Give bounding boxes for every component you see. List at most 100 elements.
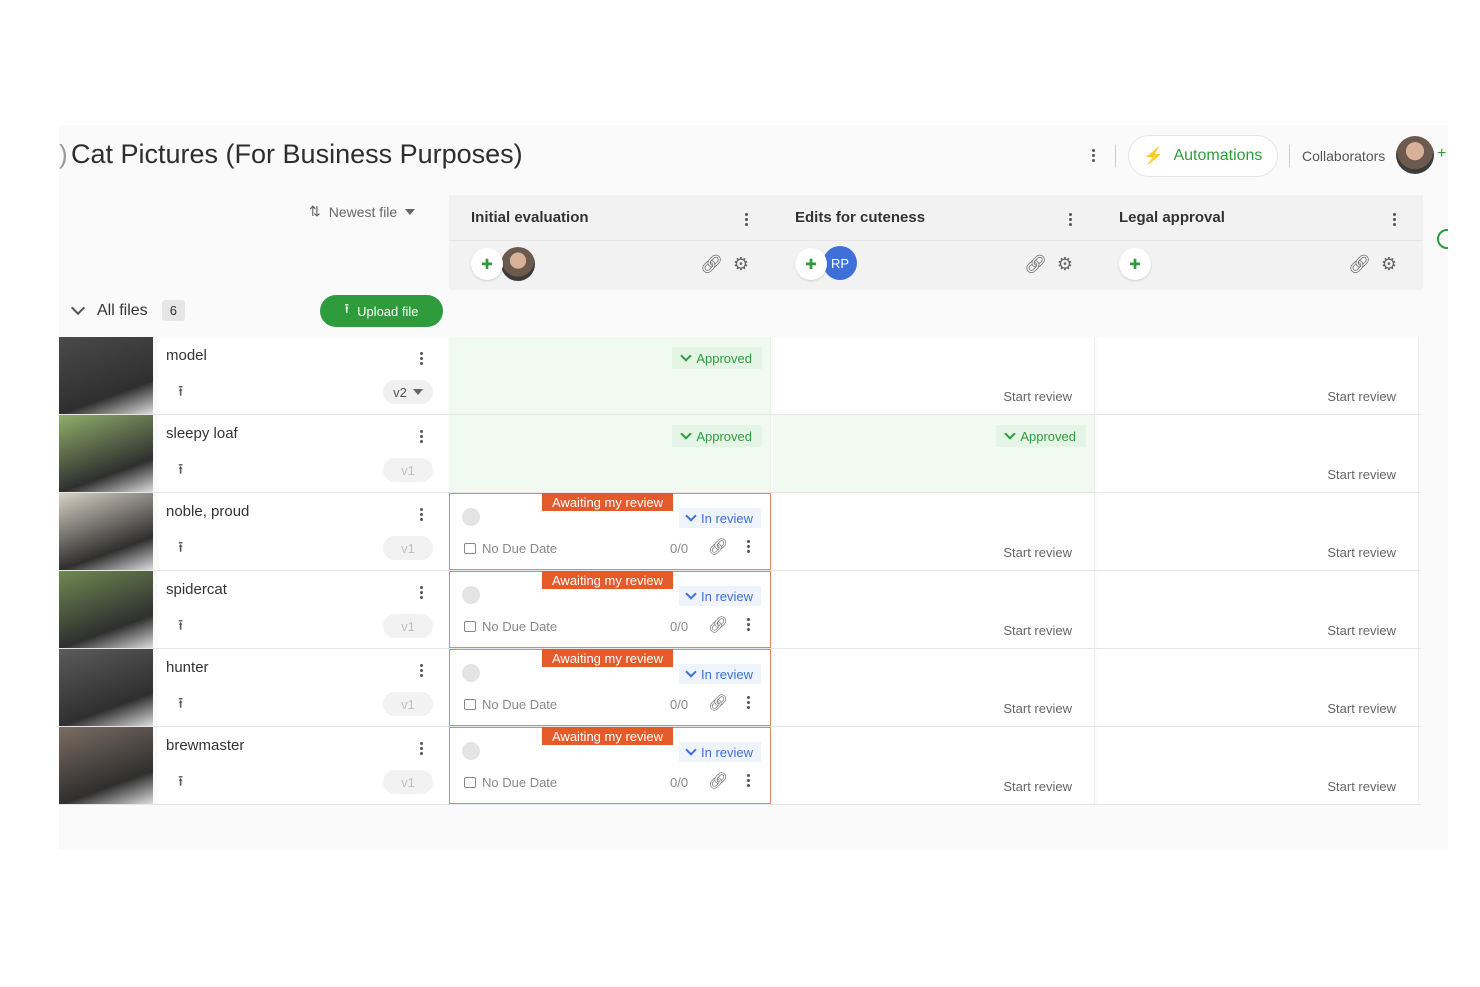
upload-version-icon[interactable]: ⭱	[178, 615, 183, 640]
stage-menu-icon[interactable]	[1393, 211, 1397, 228]
gear-icon[interactable]: ⚙	[733, 254, 749, 275]
version-dropdown[interactable]: v2	[383, 380, 433, 404]
add-stage-icon[interactable]	[1437, 229, 1448, 249]
start-review-link[interactable]: Start review	[1003, 623, 1072, 638]
start-review-link[interactable]: Start review	[1003, 545, 1072, 560]
due-date[interactable]: No Due Date	[464, 697, 557, 712]
file-name[interactable]: spidercat	[166, 581, 227, 598]
start-review-link[interactable]: Start review	[1327, 779, 1396, 794]
due-date-label: No Due Date	[482, 775, 558, 790]
version-dropdown[interactable]: v1	[383, 536, 433, 560]
review-cell[interactable]: Awaiting my review In review No Due Date…	[449, 727, 771, 804]
approved-status[interactable]: Approved	[672, 347, 762, 369]
file-thumbnail[interactable]	[59, 337, 153, 414]
chevron-down-icon	[680, 428, 693, 440]
file-menu-icon[interactable]	[420, 662, 424, 679]
start-review-link[interactable]: Start review	[1327, 623, 1396, 638]
stage-name: Legal approval	[1119, 209, 1225, 226]
start-review-link[interactable]: Start review	[1327, 701, 1396, 716]
collaborator-avatar[interactable]	[1396, 136, 1434, 174]
upload-version-icon[interactable]: ⭱	[178, 771, 183, 796]
start-review-link[interactable]: Start review	[1327, 545, 1396, 560]
start-review-link[interactable]: Start review	[1003, 779, 1072, 794]
due-date[interactable]: No Due Date	[464, 775, 557, 790]
automations-button[interactable]: ⚡ Automations	[1128, 135, 1278, 177]
file-name[interactable]: hunter	[166, 659, 209, 676]
version-dropdown[interactable]: v1	[383, 692, 433, 716]
file-menu-icon[interactable]	[420, 506, 424, 523]
in-review-status[interactable]: In review	[679, 586, 762, 606]
add-reviewer-icon[interactable]: ✚	[1119, 248, 1151, 280]
add-reviewer-icon[interactable]: ✚	[471, 248, 503, 280]
version-dropdown[interactable]: v1	[383, 614, 433, 638]
upload-version-icon[interactable]: ⭱	[178, 459, 183, 484]
gear-icon[interactable]: ⚙	[1381, 254, 1397, 275]
review-cell[interactable]: Approved	[449, 415, 771, 492]
due-date[interactable]: No Due Date	[464, 619, 557, 634]
approved-status[interactable]: Approved	[996, 425, 1086, 447]
review-menu-icon[interactable]	[747, 538, 751, 555]
complete-toggle[interactable]	[462, 508, 480, 526]
link-icon[interactable]: 🔗︎	[708, 537, 728, 557]
file-menu-icon[interactable]	[420, 584, 424, 601]
stage-menu-icon[interactable]	[1069, 211, 1073, 228]
review-menu-icon[interactable]	[747, 616, 751, 633]
file-count-badge: 6	[161, 300, 185, 321]
file-thumbnail[interactable]	[59, 727, 153, 804]
due-date-label: No Due Date	[482, 541, 558, 556]
review-cell[interactable]: Approved	[773, 415, 1095, 492]
add-reviewer-icon[interactable]: ✚	[795, 248, 827, 280]
link-icon[interactable]: 🔗︎	[708, 693, 728, 713]
upload-version-icon[interactable]: ⭱	[178, 537, 183, 562]
review-cell: Start review	[773, 649, 1095, 726]
version-dropdown[interactable]: v1	[383, 458, 433, 482]
upload-version-icon[interactable]: ⭱	[178, 693, 183, 718]
in-review-status[interactable]: In review	[679, 508, 762, 528]
approved-status[interactable]: Approved	[672, 425, 762, 447]
file-thumbnail[interactable]	[59, 649, 153, 726]
file-name[interactable]: sleepy loaf	[166, 425, 238, 442]
link-icon[interactable]: 🔗︎	[700, 254, 723, 275]
file-name[interactable]: model	[166, 347, 207, 364]
assignee-avatar[interactable]	[501, 247, 535, 281]
in-review-status[interactable]: In review	[679, 664, 762, 684]
file-thumbnail[interactable]	[59, 493, 153, 570]
gear-icon[interactable]: ⚙	[1057, 254, 1073, 275]
due-date[interactable]: No Due Date	[464, 541, 557, 556]
file-name[interactable]: brewmaster	[166, 737, 244, 754]
upload-file-button[interactable]: ⭱ Upload file	[320, 295, 443, 327]
review-cell[interactable]: Approved	[449, 337, 771, 414]
link-icon[interactable]: 🔗︎	[1348, 254, 1371, 275]
version-dropdown[interactable]: v1	[383, 770, 433, 794]
review-menu-icon[interactable]	[747, 694, 751, 711]
file-thumbnail[interactable]	[59, 415, 153, 492]
sort-dropdown[interactable]: ⇅ Newest file	[309, 203, 416, 220]
review-cell[interactable]: Awaiting my review In review No Due Date…	[449, 571, 771, 648]
start-review-link[interactable]: Start review	[1003, 701, 1072, 716]
review-menu-icon[interactable]	[747, 772, 751, 789]
start-review-link[interactable]: Start review	[1003, 389, 1072, 404]
start-review-link[interactable]: Start review	[1327, 467, 1396, 482]
complete-toggle[interactable]	[462, 586, 480, 604]
project-menu-icon[interactable]	[1092, 147, 1096, 164]
file-thumbnail[interactable]	[59, 571, 153, 648]
complete-toggle[interactable]	[462, 664, 480, 682]
add-collaborator-icon[interactable]: +	[1437, 145, 1446, 163]
review-cell[interactable]: Awaiting my review In review No Due Date…	[449, 649, 771, 726]
stage-menu-icon[interactable]	[745, 211, 749, 228]
upload-version-icon[interactable]: ⭱	[178, 381, 183, 406]
complete-toggle[interactable]	[462, 742, 480, 760]
review-cell[interactable]: Awaiting my review In review No Due Date…	[449, 493, 771, 570]
link-icon[interactable]: 🔗︎	[708, 615, 728, 635]
in-review-status[interactable]: In review	[679, 742, 762, 762]
files-group-toggle[interactable]: All files 6	[70, 300, 185, 321]
file-menu-icon[interactable]	[420, 350, 424, 367]
link-icon[interactable]: 🔗︎	[708, 771, 728, 791]
file-name[interactable]: noble, proud	[166, 503, 249, 520]
file-menu-icon[interactable]	[420, 428, 424, 445]
link-icon[interactable]: 🔗︎	[1024, 254, 1047, 275]
assignee-avatar[interactable]: RP	[823, 246, 857, 280]
start-review-link[interactable]: Start review	[1327, 389, 1396, 404]
divider	[449, 240, 775, 241]
file-menu-icon[interactable]	[420, 740, 424, 757]
